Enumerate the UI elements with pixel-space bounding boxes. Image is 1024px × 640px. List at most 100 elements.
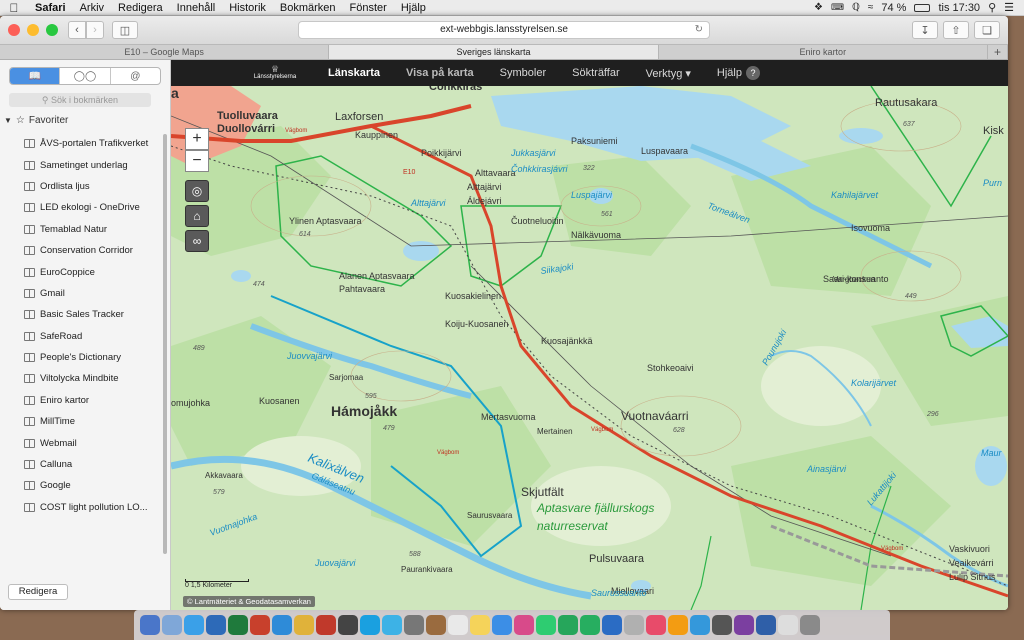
bookmark-item[interactable]: Ordlista ljus <box>0 176 165 197</box>
menu-historik[interactable]: Historik <box>222 2 273 14</box>
bookmark-item[interactable]: People's Dictionary <box>0 347 165 368</box>
zoom-in-button[interactable]: + <box>185 128 209 150</box>
share-icon[interactable]: ⇧ <box>943 21 969 39</box>
address-bar[interactable]: ext-webbgis.lansstyrelsen.se ↻ <box>298 21 710 39</box>
menu-fonster[interactable]: Fönster <box>343 2 394 14</box>
dock-app-icon[interactable] <box>140 615 160 635</box>
dropbox-icon[interactable]: ❖ <box>814 2 823 13</box>
reading-list-glasses-icon[interactable]: ◯◯ <box>60 68 111 84</box>
bookmark-item[interactable]: Viltolycka Mindbite <box>0 368 165 389</box>
dock-app-icon[interactable] <box>800 615 820 635</box>
bookmark-item[interactable]: Gmail <box>0 283 165 304</box>
bookmark-item[interactable]: Conservation Corridor <box>0 240 165 261</box>
dock-app-icon[interactable] <box>492 615 512 635</box>
bookmark-item[interactable]: SafeRoad <box>0 326 165 347</box>
menu-safari[interactable]: Safari <box>28 2 73 14</box>
bookmark-item[interactable]: Eniro kartor <box>0 390 165 411</box>
dock-app-icon[interactable] <box>184 615 204 635</box>
apple-menu-icon[interactable]:  <box>0 1 28 15</box>
nav-soktraffar[interactable]: Sökträffar <box>559 67 633 79</box>
shared-links-at-icon[interactable]: @ <box>111 68 160 84</box>
dock-app-icon[interactable] <box>734 615 754 635</box>
forward-button[interactable]: › <box>86 21 104 39</box>
dock-app-icon[interactable] <box>668 615 688 635</box>
menu-arkiv[interactable]: Arkiv <box>73 2 111 14</box>
keyboard-icon[interactable]: ⌨ <box>831 2 844 13</box>
bookmark-item[interactable]: COST light pollution LO... <box>0 497 165 518</box>
dock-app-icon[interactable] <box>360 615 380 635</box>
menu-bokmarken[interactable]: Bokmärken <box>273 2 343 14</box>
dock-app-icon[interactable] <box>624 615 644 635</box>
sidebar-scrollbar[interactable] <box>163 134 167 554</box>
bookmark-item[interactable]: EuroCoppice <box>0 261 165 282</box>
back-button[interactable]: ‹ <box>68 21 86 39</box>
bookmark-item[interactable]: Sametinget underlag <box>0 154 165 175</box>
nav-symboler[interactable]: Symboler <box>487 67 559 79</box>
dock-app-icon[interactable] <box>514 615 534 635</box>
topographic-map[interactable]: TuolluvaaraDuollovárri Laxforsen Kauppinen… <box>171 86 1008 610</box>
dock-app-icon[interactable] <box>646 615 666 635</box>
dock-app-icon[interactable] <box>426 615 446 635</box>
bookmark-item[interactable]: Calluna <box>0 454 165 475</box>
nav-visa-pa-karta[interactable]: Visa på karta <box>393 67 487 79</box>
home-icon[interactable]: ⌂ <box>185 205 209 227</box>
dock-app-icon[interactable] <box>536 615 556 635</box>
minimize-window-button[interactable] <box>27 24 39 36</box>
battery-percent[interactable]: 74 % <box>881 2 906 14</box>
reload-icon[interactable]: ↻ <box>695 22 703 38</box>
battery-icon[interactable] <box>914 3 931 12</box>
bookmark-item[interactable]: ÅVS-portalen Trafikverket <box>0 133 165 154</box>
dock-app-icon[interactable] <box>404 615 424 635</box>
tabs-overview-icon[interactable]: ❏ <box>974 21 1000 39</box>
bookmark-item[interactable]: MillTime <box>0 411 165 432</box>
tab-google-maps[interactable]: E10 – Google Maps <box>0 45 330 59</box>
new-tab-button[interactable]: + <box>988 45 1008 59</box>
dock-app-icon[interactable] <box>382 615 402 635</box>
dock-app-icon[interactable] <box>206 615 226 635</box>
notification-center-icon[interactable]: ☰ <box>1004 1 1014 14</box>
dock-app-icon[interactable] <box>756 615 776 635</box>
nav-lanskarta[interactable]: Länskarta <box>315 67 393 79</box>
bookmark-item[interactable]: Basic Sales Tracker <box>0 304 165 325</box>
dock-app-icon[interactable] <box>228 615 248 635</box>
bookmark-item[interactable]: Webmail <box>0 432 165 453</box>
dock-app-icon[interactable] <box>778 615 798 635</box>
locate-icon[interactable]: ◎ <box>185 180 209 202</box>
menu-redigera[interactable]: Redigera <box>111 2 170 14</box>
dock-app-icon[interactable] <box>470 615 490 635</box>
favorites-folder[interactable]: ▼ ☆ Favoriter <box>4 115 68 126</box>
link-icon[interactable]: ∞ <box>185 230 209 252</box>
menu-innehall[interactable]: Innehåll <box>170 2 223 14</box>
bookmark-search-input[interactable]: ⚲ Sök i bokmärken <box>9 93 151 107</box>
zoom-window-button[interactable] <box>46 24 58 36</box>
edit-bookmarks-button[interactable]: Redigera <box>8 584 68 600</box>
menu-hjalp[interactable]: Hjälp <box>394 2 433 14</box>
dock-app-icon[interactable] <box>250 615 270 635</box>
zoom-out-button[interactable]: − <box>185 150 209 172</box>
tab-eniro[interactable]: Eniro kartor <box>659 45 988 59</box>
dock-app-icon[interactable] <box>316 615 336 635</box>
downloads-icon[interactable]: ↧ <box>912 21 938 39</box>
help-icon[interactable]: ? <box>745 66 760 80</box>
nav-hjalp[interactable]: Hjälp <box>704 67 742 79</box>
bluetooth-icon[interactable]: ℚ <box>852 2 860 13</box>
dock-app-icon[interactable] <box>294 615 314 635</box>
disclosure-triangle-icon[interactable]: ▼ <box>4 116 12 125</box>
dock-app-icon[interactable] <box>272 615 292 635</box>
dock-app-icon[interactable] <box>338 615 358 635</box>
dock-app-icon[interactable] <box>690 615 710 635</box>
dock-app-icon[interactable] <box>712 615 732 635</box>
bookmark-item[interactable]: Temablad Natur <box>0 219 165 240</box>
wifi-icon[interactable]: ≈ <box>868 2 874 13</box>
dock-app-icon[interactable] <box>448 615 468 635</box>
spotlight-icon[interactable]: ⚲ <box>988 1 996 14</box>
clock[interactable]: tis 17:30 <box>938 2 980 14</box>
dock-app-icon[interactable] <box>558 615 578 635</box>
bookmark-item[interactable]: LED ekologi - OneDrive <box>0 197 165 218</box>
dock-app-icon[interactable] <box>162 615 182 635</box>
close-window-button[interactable] <box>8 24 20 36</box>
dock-app-icon[interactable] <box>602 615 622 635</box>
nav-verktyg[interactable]: Verktyg ▾ <box>633 67 704 80</box>
tab-lanskarta[interactable]: Sveriges länskarta <box>329 45 659 59</box>
bookmarks-book-icon[interactable]: 📖 <box>10 68 61 84</box>
